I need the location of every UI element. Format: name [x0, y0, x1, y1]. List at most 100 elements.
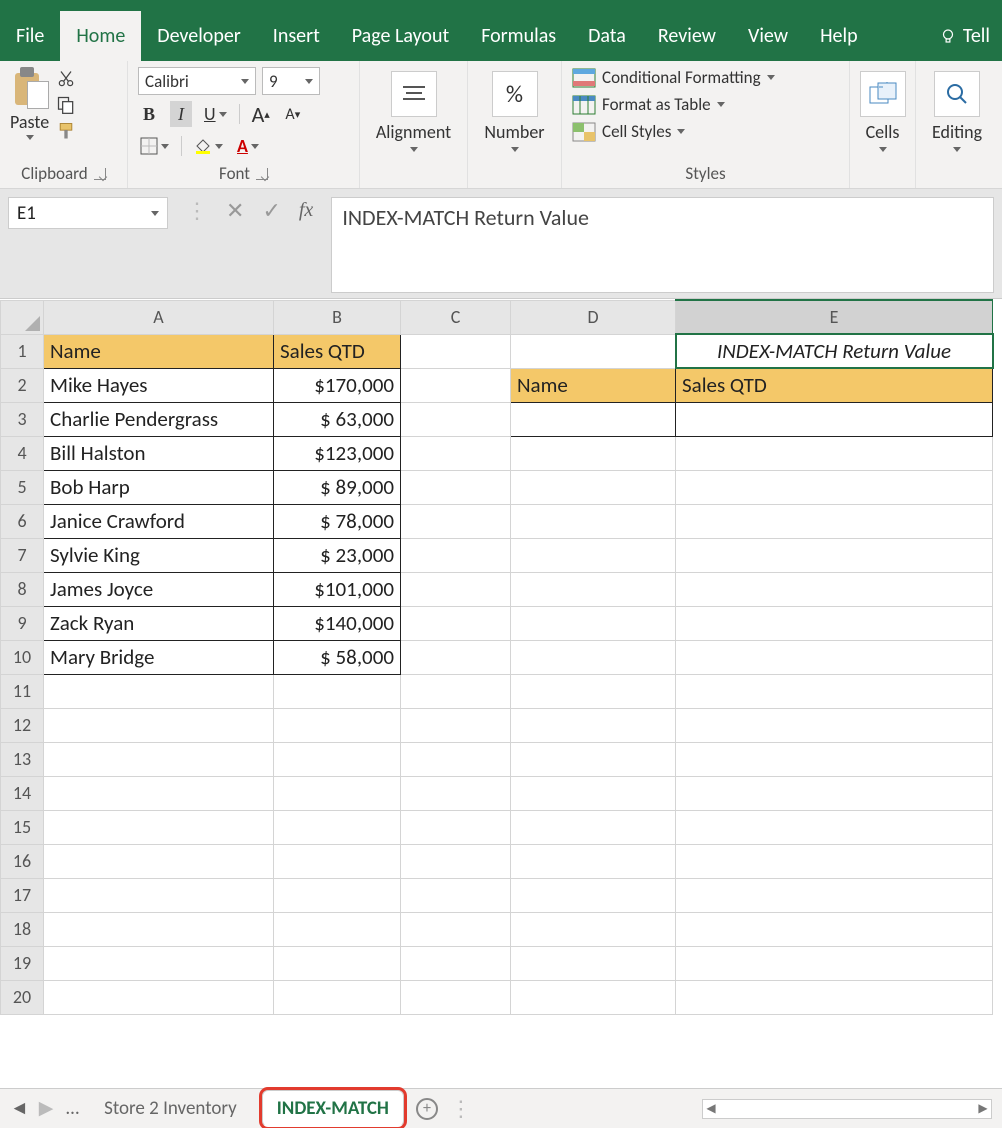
cell-A8[interactable]: James Joyce — [44, 572, 274, 606]
cell-E3[interactable] — [676, 402, 993, 436]
cell-E2[interactable]: Sales QTD — [676, 368, 993, 402]
dialog-launcher-icon[interactable] — [256, 168, 268, 180]
col-header-B[interactable]: B — [274, 300, 401, 334]
conditional-formatting-button[interactable]: Conditional Formatting — [572, 67, 839, 88]
col-header-C[interactable]: C — [401, 300, 511, 334]
cell-B12[interactable] — [274, 708, 401, 742]
cell-D10[interactable] — [511, 640, 676, 674]
cell-C7[interactable] — [401, 538, 511, 572]
row-header-5[interactable]: 5 — [1, 470, 44, 504]
cell-C2[interactable] — [401, 368, 511, 402]
row-header-6[interactable]: 6 — [1, 504, 44, 538]
cell-E5[interactable] — [676, 470, 993, 504]
tab-page-layout[interactable]: Page Layout — [336, 11, 465, 61]
alignment-button[interactable] — [391, 71, 437, 117]
tab-data[interactable]: Data — [572, 11, 642, 61]
cell-D9[interactable] — [511, 606, 676, 640]
row-header-3[interactable]: 3 — [1, 402, 44, 436]
add-sheet-button[interactable]: + — [416, 1098, 438, 1120]
cell-C6[interactable] — [401, 504, 511, 538]
cell-D19[interactable] — [511, 946, 676, 980]
row-header-12[interactable]: 12 — [1, 708, 44, 742]
cell-C13[interactable] — [401, 742, 511, 776]
cell-B9[interactable]: $140,000 — [274, 606, 401, 640]
row-header-11[interactable]: 11 — [1, 674, 44, 708]
bold-button[interactable]: B — [138, 101, 160, 127]
sheet-next-button[interactable]: ▶ — [38, 1097, 54, 1120]
cell-B19[interactable] — [274, 946, 401, 980]
cell-E15[interactable] — [676, 810, 993, 844]
cell-D18[interactable] — [511, 912, 676, 946]
col-header-D[interactable]: D — [511, 300, 676, 334]
cell-D6[interactable] — [511, 504, 676, 538]
number-format-button[interactable]: % — [492, 71, 538, 117]
cell-A11[interactable] — [44, 674, 274, 708]
formula-input[interactable]: INDEX-MATCH Return Value — [331, 197, 994, 293]
sheet-tab-store2[interactable]: Store 2 Inventory — [91, 1092, 250, 1125]
cell-B11[interactable] — [274, 674, 401, 708]
tab-developer[interactable]: Developer — [141, 11, 257, 61]
borders-button[interactable] — [138, 133, 171, 159]
cell-C8[interactable] — [401, 572, 511, 606]
cell-B7[interactable]: $ 23,000 — [274, 538, 401, 572]
cell-D16[interactable] — [511, 844, 676, 878]
cell-A15[interactable] — [44, 810, 274, 844]
row-header-16[interactable]: 16 — [1, 844, 44, 878]
row-header-15[interactable]: 15 — [1, 810, 44, 844]
cell-D3[interactable] — [511, 402, 676, 436]
cell-E4[interactable] — [676, 436, 993, 470]
fx-icon[interactable]: fx — [299, 199, 313, 222]
cell-D2[interactable]: Name — [511, 368, 676, 402]
cell-B14[interactable] — [274, 776, 401, 810]
cell-B4[interactable]: $123,000 — [274, 436, 401, 470]
row-header-8[interactable]: 8 — [1, 572, 44, 606]
cell-C12[interactable] — [401, 708, 511, 742]
row-header-10[interactable]: 10 — [1, 640, 44, 674]
cell-B8[interactable]: $101,000 — [274, 572, 401, 606]
horizontal-scrollbar[interactable]: ◀▶ — [702, 1099, 992, 1119]
cell-A9[interactable]: Zack Ryan — [44, 606, 274, 640]
cell-C1[interactable] — [401, 334, 511, 368]
tab-home[interactable]: Home — [60, 11, 141, 61]
cell-A10[interactable]: Mary Bridge — [44, 640, 274, 674]
name-box[interactable]: E1 — [8, 197, 168, 229]
format-as-table-button[interactable]: Format as Table — [572, 94, 839, 115]
shrink-font-button[interactable]: A▾ — [282, 101, 304, 127]
cell-D14[interactable] — [511, 776, 676, 810]
row-header-19[interactable]: 19 — [1, 946, 44, 980]
cell-B10[interactable]: $ 58,000 — [274, 640, 401, 674]
cell-A19[interactable] — [44, 946, 274, 980]
cell-A4[interactable]: Bill Halston — [44, 436, 274, 470]
tab-view[interactable]: View — [732, 11, 804, 61]
select-all-corner[interactable] — [1, 300, 44, 334]
cell-D17[interactable] — [511, 878, 676, 912]
sheet-more-button[interactable]: … — [66, 1097, 79, 1120]
cell-C14[interactable] — [401, 776, 511, 810]
row-header-4[interactable]: 4 — [1, 436, 44, 470]
copy-icon[interactable] — [55, 95, 77, 115]
cell-B13[interactable] — [274, 742, 401, 776]
cell-A14[interactable] — [44, 776, 274, 810]
cell-C17[interactable] — [401, 878, 511, 912]
fill-color-button[interactable] — [192, 133, 225, 159]
cell-C9[interactable] — [401, 606, 511, 640]
cell-A5[interactable]: Bob Harp — [44, 470, 274, 504]
find-button[interactable] — [934, 71, 980, 117]
cell-A7[interactable]: Sylvie King — [44, 538, 274, 572]
cell-A12[interactable] — [44, 708, 274, 742]
cell-E17[interactable] — [676, 878, 993, 912]
cell-D12[interactable] — [511, 708, 676, 742]
row-header-17[interactable]: 17 — [1, 878, 44, 912]
cell-C5[interactable] — [401, 470, 511, 504]
cell-B6[interactable]: $ 78,000 — [274, 504, 401, 538]
row-header-7[interactable]: 7 — [1, 538, 44, 572]
worksheet-grid[interactable]: ABCDE1NameSales QTDINDEX-MATCH Return Va… — [0, 299, 1002, 1015]
grow-font-button[interactable]: A▴ — [250, 101, 272, 127]
font-size-combo[interactable]: 9 — [262, 67, 320, 95]
cell-D1[interactable] — [511, 334, 676, 368]
cell-D13[interactable] — [511, 742, 676, 776]
cell-B15[interactable] — [274, 810, 401, 844]
cell-C11[interactable] — [401, 674, 511, 708]
cell-C10[interactable] — [401, 640, 511, 674]
col-header-E[interactable]: E — [676, 300, 993, 334]
